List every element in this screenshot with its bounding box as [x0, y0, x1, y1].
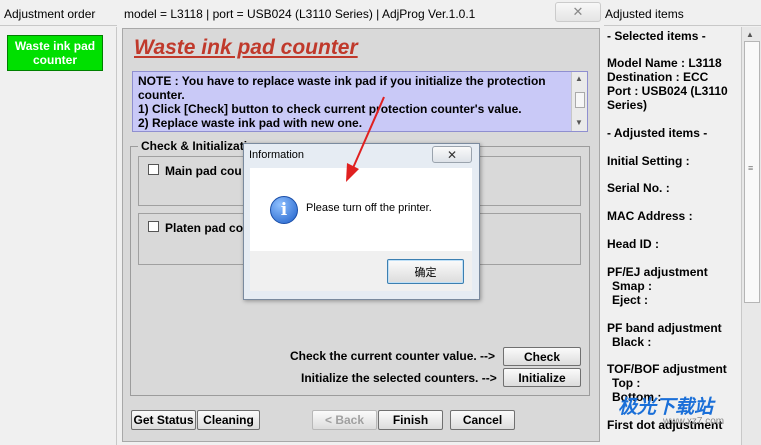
dialog-title: Information — [249, 149, 305, 161]
eject: Eject : — [612, 293, 649, 307]
dialog-close-icon[interactable]: ✕ — [432, 146, 472, 163]
main-pad-checkbox[interactable] — [148, 164, 159, 175]
adjustment-item-waste-ink-pad[interactable]: Waste ink pad counter — [7, 35, 103, 71]
right-scrollbar[interactable]: ▲ ≡ — [741, 27, 761, 445]
note-line: NOTE : You have to replace waste ink pad… — [138, 74, 546, 88]
finish-button[interactable]: Finish — [378, 410, 443, 430]
note-line: 1) Click [Check] button to check current… — [138, 102, 522, 116]
head-id: Head ID : — [607, 237, 660, 251]
platen-pad-label: Platen pad co — [165, 221, 244, 235]
left-pane — [0, 27, 117, 445]
grip-icon: ≡ — [748, 163, 754, 173]
page-title: Waste ink pad counter — [134, 36, 358, 59]
smap: Smap : — [612, 279, 653, 293]
platen-pad-checkbox[interactable] — [148, 221, 159, 232]
tof-bof-adjustment: TOF/BOF adjustment — [607, 362, 727, 376]
ok-button[interactable]: 确定 — [387, 259, 464, 284]
top: Top : — [612, 376, 641, 390]
port: Port : USB024 (L3110 — [607, 84, 728, 98]
scroll-thumb[interactable] — [575, 92, 585, 108]
left-pane-title: Adjustment order — [0, 0, 117, 26]
pfej-adjustment: PF/EJ adjustment — [607, 265, 708, 279]
main-window-title: model = L3118 | port = USB024 (L3110 Ser… — [118, 0, 604, 26]
note-line: 2) Replace waste ink pad with new one. — [138, 116, 363, 130]
main-pad-label: Main pad cou — [165, 164, 242, 178]
scroll-down-icon[interactable]: ▼ — [575, 118, 583, 127]
check-button[interactable]: Check — [503, 347, 581, 366]
close-icon[interactable]: ✕ — [555, 2, 601, 22]
model-name: Model Name : L3118 — [607, 56, 722, 70]
adjusted-items-header: - Adjusted items - — [607, 126, 708, 140]
destination: Destination : ECC — [607, 70, 709, 84]
initialize-button[interactable]: Initialize — [503, 368, 581, 387]
initial-setting: Initial Setting : — [607, 154, 690, 168]
dialog-message: Please turn off the printer. — [306, 202, 432, 214]
pf-band-adjustment: PF band adjustment — [607, 321, 722, 335]
port-continued: Series) — [607, 98, 648, 112]
cleaning-button[interactable]: Cleaning — [197, 410, 260, 430]
right-pane-title: Adjusted items — [604, 0, 761, 26]
serial-no: Serial No. : — [607, 181, 670, 195]
init-instruction: Initialize the selected counters. --> — [301, 371, 497, 385]
black: Black : — [612, 335, 652, 349]
mac-address: MAC Address : — [607, 209, 693, 223]
check-instruction: Check the current counter value. --> — [290, 349, 496, 363]
scroll-up-icon[interactable]: ▲ — [575, 74, 583, 83]
note-box: NOTE : You have to replace waste ink pad… — [132, 71, 588, 132]
cancel-button[interactable]: Cancel — [450, 410, 515, 430]
get-status-button[interactable]: Get Status — [131, 410, 196, 430]
note-line: counter. — [138, 88, 185, 102]
selected-items-header: - Selected items - — [607, 29, 706, 43]
back-button[interactable]: < Back — [312, 410, 377, 430]
note-scrollbar[interactable]: ▲ ▼ — [571, 72, 587, 131]
scroll-up-icon[interactable]: ▲ — [746, 30, 754, 39]
watermark-url: www.xz7.com — [663, 416, 725, 427]
info-icon: i — [270, 196, 298, 224]
group-label: Check & Initializati — [138, 139, 251, 153]
watermark-logo: 极光下载站 — [618, 397, 714, 418]
